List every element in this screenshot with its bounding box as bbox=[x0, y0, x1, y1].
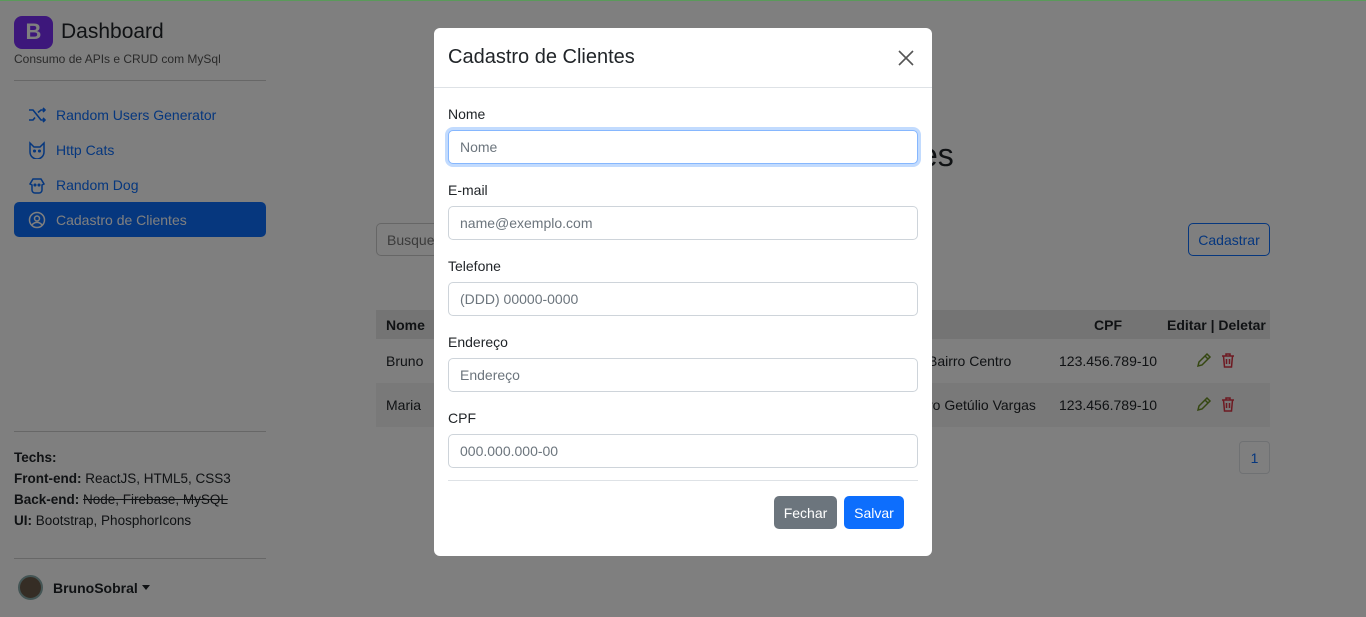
email-input[interactable]: name@exemplo.com bbox=[448, 206, 918, 240]
label-email: E-mail bbox=[448, 182, 488, 198]
cpf-input[interactable]: 000.000.000-00 bbox=[448, 434, 918, 468]
label-telefone: Telefone bbox=[448, 258, 501, 274]
modal-footer: Fechar Salvar bbox=[448, 480, 918, 556]
client-modal: Cadastro de Clientes Nome Nome E-mail na… bbox=[434, 28, 932, 556]
modal-title: Cadastro de Clientes bbox=[448, 46, 635, 68]
close-button[interactable]: Fechar bbox=[774, 496, 837, 529]
save-button[interactable]: Salvar bbox=[844, 496, 904, 529]
close-icon[interactable] bbox=[894, 46, 918, 70]
nome-input[interactable]: Nome bbox=[448, 130, 918, 164]
telefone-input[interactable]: (DDD) 00000-0000 bbox=[448, 282, 918, 316]
endereco-input[interactable]: Endereço bbox=[448, 358, 918, 392]
modal-body: Nome Nome E-mail name@exemplo.com Telefo… bbox=[434, 106, 932, 468]
label-nome: Nome bbox=[448, 106, 486, 122]
label-endereco: Endereço bbox=[448, 334, 508, 350]
modal-header: Cadastro de Clientes bbox=[434, 28, 932, 88]
label-cpf: CPF bbox=[448, 410, 476, 426]
